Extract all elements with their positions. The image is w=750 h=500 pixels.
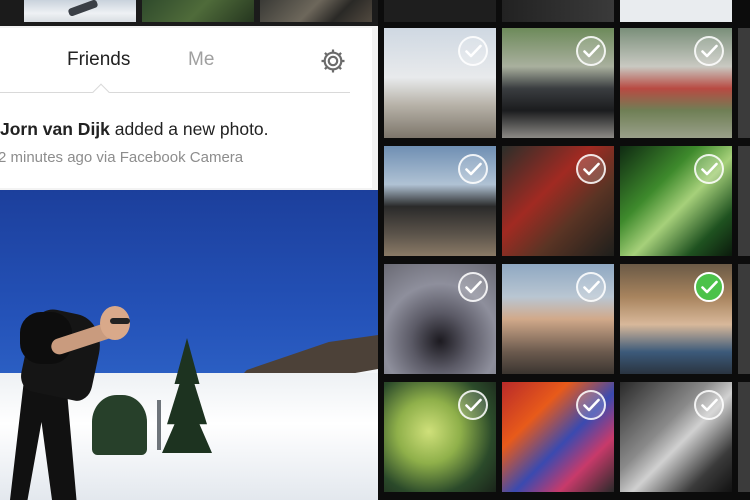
- photo-tile-man-on-table[interactable]: [384, 146, 496, 256]
- photo-tile-yellow-sculpture[interactable]: [384, 28, 496, 138]
- check-circle-icon[interactable]: [694, 36, 724, 66]
- photo-tile-smiling-man[interactable]: [620, 264, 732, 374]
- photo-thumbnail[interactable]: [502, 0, 614, 22]
- photo-thumbnail[interactable]: [384, 0, 496, 22]
- check-circle-icon[interactable]: [458, 272, 488, 302]
- story-text: Jorn van Dijk added a new photo.: [0, 119, 269, 140]
- check-circle-icon[interactable]: [576, 272, 606, 302]
- photo-thumbnail[interactable]: [142, 0, 254, 22]
- photo-tile-group-bw[interactable]: [620, 382, 732, 492]
- photo-tile-red-building[interactable]: [620, 28, 732, 138]
- check-circle-icon[interactable]: [458, 36, 488, 66]
- photo-tile-partial[interactable]: [738, 146, 750, 256]
- tab-me[interactable]: Me: [188, 49, 214, 71]
- photo-tile-vintage-car[interactable]: [502, 28, 614, 138]
- story-author[interactable]: Jorn van Dijk: [0, 119, 110, 139]
- photo-thumbnail[interactable]: [260, 0, 372, 22]
- check-circle-icon[interactable]: [694, 154, 724, 184]
- photo-tile-man-red-shirt[interactable]: [502, 146, 614, 256]
- photo-tile-man-sunglasses[interactable]: [502, 264, 614, 374]
- feed-panel: Friends Me Jorn van Dijk added a new pho…: [0, 0, 378, 500]
- gear-icon[interactable]: [318, 46, 348, 76]
- check-circle-icon[interactable]: [576, 390, 606, 420]
- story-photo[interactable]: [0, 190, 378, 500]
- photo-tile-graffiti-wall[interactable]: [384, 382, 496, 492]
- tab-friends[interactable]: Friends: [67, 49, 130, 71]
- photo-tree: [92, 395, 147, 455]
- photo-tile-partial[interactable]: [738, 28, 750, 138]
- feed-header-card: Friends Me Jorn van Dijk added a new pho…: [0, 28, 372, 188]
- photo-tile-green-leaf[interactable]: [620, 146, 732, 256]
- check-circle-icon[interactable]: [458, 154, 488, 184]
- check-circle-icon[interactable]: [458, 390, 488, 420]
- check-circle-icon[interactable]: [576, 154, 606, 184]
- photo-tile-partial[interactable]: [738, 382, 750, 492]
- story-meta: 2 minutes ago via Facebook Camera: [0, 149, 244, 166]
- story-action: added a new photo.: [114, 119, 269, 139]
- top-photo-strip: [0, 0, 378, 26]
- photo-grid: [378, 0, 750, 500]
- photo-tile-partial[interactable]: [738, 264, 750, 374]
- checked-icon[interactable]: [694, 272, 724, 302]
- check-circle-icon[interactable]: [576, 36, 606, 66]
- photo-tile-party-crowd[interactable]: [502, 382, 614, 492]
- photo-tile-puddle[interactable]: [384, 264, 496, 374]
- tab-divider: [0, 92, 350, 93]
- photo-pole: [157, 400, 161, 450]
- check-circle-icon[interactable]: [694, 390, 724, 420]
- photo-thumbnail[interactable]: [620, 0, 732, 22]
- feed-tabs: Friends Me: [0, 28, 372, 92]
- photo-thumbnail[interactable]: [24, 0, 136, 22]
